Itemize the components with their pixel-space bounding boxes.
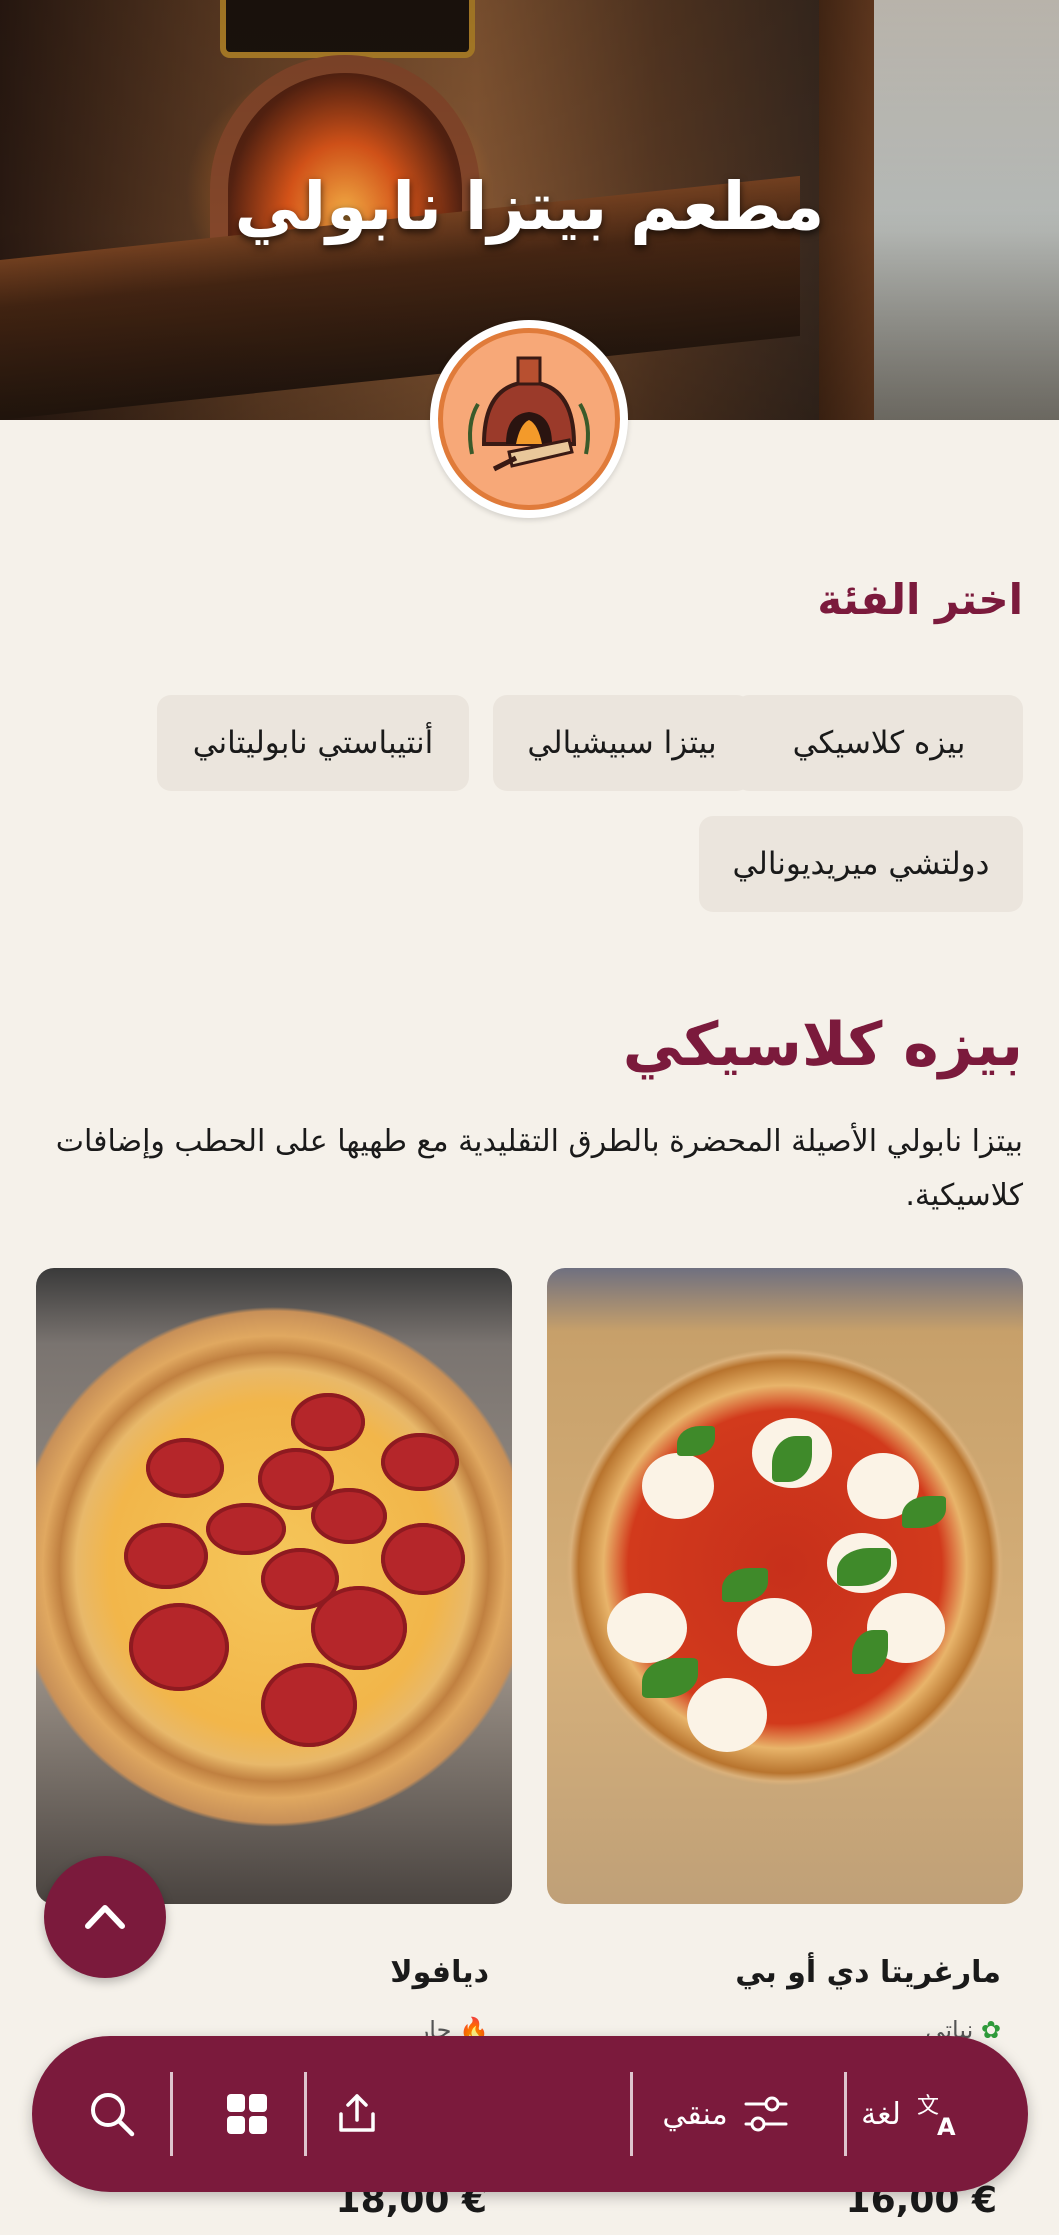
sliders-icon [744,2096,788,2132]
margherita-image[interactable] [547,1268,1023,1904]
svg-text:A: A [937,2113,956,2139]
share-upload-icon [339,2094,375,2132]
menu-page: مطعم بيتزا نابولي اختر الفئة بيزه كلاسيك… [0,0,1059,2235]
category-chip-classic[interactable]: بيزه كلاسيكي [735,695,1023,791]
translate-icon: 文 A [917,2094,956,2139]
grid-view-button[interactable] [192,2036,302,2192]
category-description: بيتزا نابولي الأصيلة المحضرة بالطرق التق… [55,1124,1023,1213]
category-chip-dolci[interactable]: دولتشي ميريديونالي [699,816,1023,912]
filter-button[interactable]: منقي [636,2036,816,2192]
choose-category-heading: اختر الفئة [817,575,1023,624]
category-chip-antipasti[interactable]: أنتيباستي نابوليتاني [157,695,469,791]
bottom-toolbar: لغة 文 A منقي [32,2036,1028,2192]
product-name-diavola[interactable]: ديافولا [390,1955,489,1990]
category-title: بيزه كلاسيكي [622,1010,1023,1080]
category-chip-speciali[interactable]: بيتزا سبيشيالي [493,695,751,791]
search-icon [91,2093,135,2137]
scroll-to-top-button[interactable] [44,1856,166,1978]
language-button[interactable]: لغة 文 A [828,2036,998,2192]
restaurant-title: مطعم بيتزا نابولي [234,168,825,245]
oven-logo-icon [468,356,590,472]
grid-icon [227,2094,267,2134]
chevron-up-icon [85,1905,125,1929]
search-button[interactable] [62,2036,162,2192]
diavola-image[interactable] [36,1268,512,1904]
share-button[interactable] [302,2036,412,2192]
product-name-margherita[interactable]: مارغريتا دي أو بي [735,1955,1001,1990]
restaurant-logo [430,320,628,518]
svg-text:文: 文 [917,2094,939,2119]
